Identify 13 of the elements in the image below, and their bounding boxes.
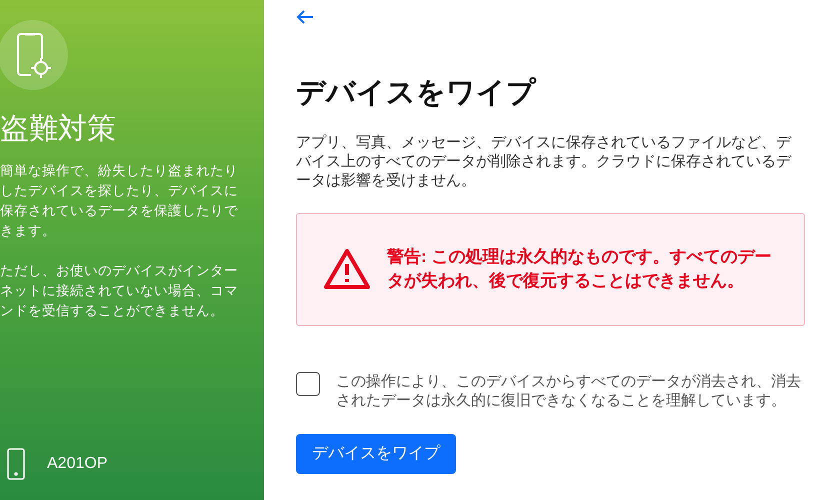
sidebar-paragraph: 簡単な操作で、紛失したり盗まれたりしたデバイスを探したり、デバイスに保存されているデータを保護したりできます。 (0, 162, 239, 240)
back-arrow-icon[interactable] (296, 9, 314, 26)
sidebar-paragraph: ただし、お使いのデバイスがインターネットに接続されていない場合、コマンドを受信することができません。 (0, 262, 239, 320)
confirm-checkbox[interactable] (296, 372, 320, 396)
sidebar-title: 盗難対策 (0, 112, 117, 147)
page-title: デバイスをワイプ (296, 76, 538, 111)
warning-text: 警告: この処理は永久的なものです。すべてのデータが失われ、後で復元することはできません。 (387, 246, 772, 292)
device-name: A201OP (47, 454, 108, 474)
confirm-label: この操作により、このデバイスからすべてのデータが消去され、消去されたデータは永久的に復旧できなくなることを理解しています。 (336, 372, 802, 410)
phone-icon (7, 448, 25, 480)
wipe-device-button[interactable]: デバイスをワイプ (296, 434, 456, 474)
warning-icon (323, 248, 371, 290)
description: アプリ、写真、メッセージ、デバイスに保存されているファイルなど、デバイス上のすべてのデータが削除されます。クラウドに保存されているデータは影響を受けません。 (296, 132, 792, 190)
